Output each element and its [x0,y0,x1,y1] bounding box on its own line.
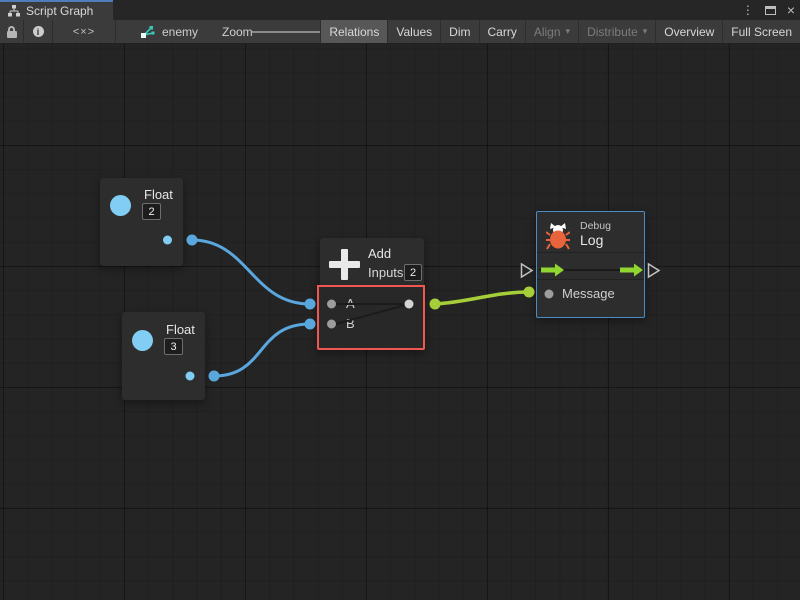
node-separator [537,252,644,253]
chevron-down-icon: ▾ [643,26,648,37]
carry-button[interactable]: Carry [479,20,525,43]
graph-icon [140,25,156,39]
window-controls: ⋮ × [742,0,795,20]
distribute-dropdown[interactable]: Distribute ▾ [578,20,655,43]
node-add-body[interactable]: A B [317,285,425,350]
lock-button[interactable] [0,20,24,43]
node-title: Float [166,322,195,337]
add-icon [329,249,360,280]
float-type-icon [132,330,153,351]
inspect-button[interactable]: i [24,20,53,43]
full-screen-button[interactable]: Full Screen [722,20,800,43]
lock-icon [7,26,17,38]
code-view-icon: <×> [73,26,95,38]
script-graph-window: Script Graph ⋮ × i <×> enemy [0,0,800,600]
node-title: Add [368,246,391,261]
port-label-b: B [346,316,355,331]
bug-icon [546,223,570,250]
overview-button[interactable]: Overview [655,20,722,43]
chevron-down-icon: ▾ [566,26,571,37]
tab-title: Script Graph [26,4,93,18]
node-float-1[interactable]: Float 2 [100,178,183,266]
relations-button[interactable]: Relations [320,20,387,43]
float-value-field[interactable]: 3 [164,338,183,355]
port-label-a: A [346,296,355,311]
info-icon: i [33,26,44,37]
node-separator [537,279,644,280]
align-dropdown[interactable]: Align ▾ [525,20,578,43]
port-label-message: Message [562,286,615,301]
graph-toolbar: i <×> enemy Zoom 1x Relations Values Dim [0,20,800,44]
title-bar: Script Graph ⋮ × [0,0,800,20]
float-value-field[interactable]: 2 [142,203,161,220]
maximize-icon[interactable] [765,6,776,15]
node-category: Debug [580,220,611,232]
node-float-2[interactable]: Float 3 [122,312,205,400]
close-icon[interactable]: × [787,3,795,17]
graph-name: enemy [162,25,198,39]
inputs-label: Inputs [368,265,403,280]
node-debug-log[interactable]: Debug Log Message [536,211,645,318]
dim-button[interactable]: Dim [440,20,478,43]
code-view-button[interactable]: <×> [53,20,116,43]
node-add-header[interactable]: Add Inputs 2 [320,238,424,289]
node-title: Float [144,187,173,202]
graph-breadcrumb[interactable]: enemy [140,20,198,43]
float-type-icon [110,195,131,216]
node-title: Log [580,232,603,248]
toolbar-button-group: Relations Values Dim Carry Align ▾ Distr… [320,20,800,43]
values-button[interactable]: Values [387,20,440,43]
inputs-count-field[interactable]: 2 [404,264,422,281]
window-menu-icon[interactable]: ⋮ [742,4,754,16]
zoom-label: Zoom [222,25,253,39]
script-graph-icon [7,5,21,17]
tab-script-graph[interactable]: Script Graph [0,0,113,20]
